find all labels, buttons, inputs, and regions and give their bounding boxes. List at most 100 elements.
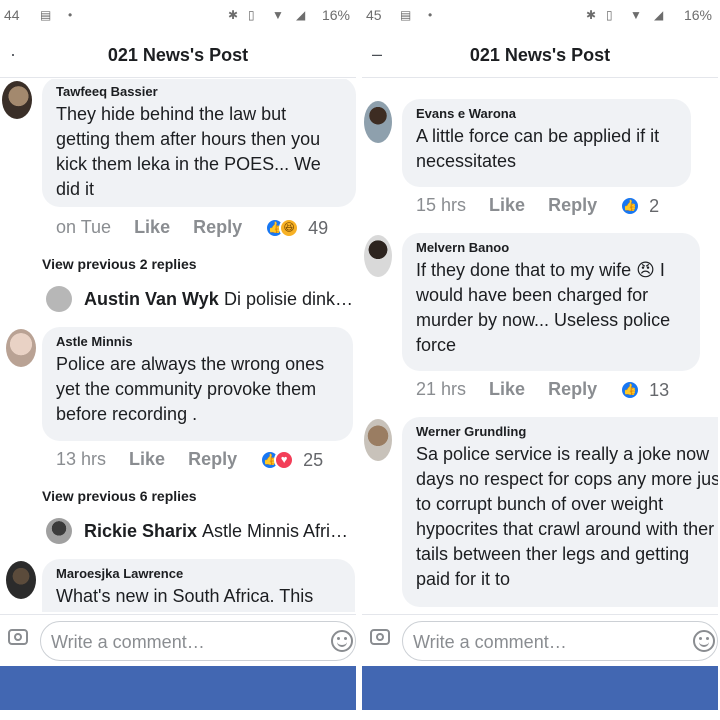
page-title: 021 News's Post: [107, 45, 249, 65]
comment-bubble[interactable]: Werner Grundling Sa police service is re…: [402, 417, 718, 607]
status-time: 45: [366, 7, 382, 23]
dot-icon: •: [68, 8, 73, 22]
comment-time[interactable]: 13 hrs: [56, 449, 106, 470]
battery-level: 16%: [321, 7, 350, 23]
love-reaction-icon: ♥: [274, 450, 295, 471]
post-header: – 021 News's Post: [362, 34, 718, 78]
reply-text: Di polisie dink…: [224, 289, 354, 309]
reply-button[interactable]: Reply: [193, 217, 242, 238]
avatar[interactable]: [364, 235, 392, 277]
comments-list: Evans e Warona A little force can be app…: [362, 79, 718, 612]
reply-author: Austin Van Wyk: [84, 289, 219, 309]
reply-text: Astle Minnis Afri…: [202, 521, 349, 541]
comment-text: Sa police service is really a joke now d…: [416, 444, 718, 589]
comment-author[interactable]: Werner Grundling: [416, 424, 704, 440]
view-previous-replies[interactable]: View previous 2 replies: [42, 256, 197, 272]
comment-bubble[interactable]: Evans e Warona A little force can be app…: [402, 99, 691, 187]
like-button[interactable]: Like: [134, 217, 170, 238]
bottom-bar: [0, 666, 356, 710]
reply-button[interactable]: Reply: [548, 379, 597, 400]
comment-bubble[interactable]: Melvern Banoo If they done that to my wi…: [402, 233, 700, 371]
comment-text: If they done that to my wife 😠 I would h…: [416, 260, 671, 355]
wifi-icon: ▼: [630, 8, 642, 22]
comment-bubble[interactable]: Maroesjka Lawrence What's new in South A…: [42, 559, 355, 612]
comment-input[interactable]: Write a comment…: [402, 621, 718, 661]
reply-author: Rickie Sharix: [84, 521, 198, 541]
bluetooth-icon: ✱: [228, 8, 239, 22]
like-button[interactable]: Like: [129, 449, 165, 470]
comment-time[interactable]: 15 hrs: [416, 195, 466, 216]
reaction-count[interactable]: 25: [303, 450, 323, 471]
avatar[interactable]: [364, 101, 392, 143]
comment-time[interactable]: on Tue: [56, 217, 111, 238]
avatar[interactable]: [6, 561, 36, 599]
comment-text: A little force can be applied if it nece…: [416, 126, 660, 171]
notification-icon: ▤: [40, 8, 52, 22]
reply-preview[interactable]: Rickie Sharix Astle Minnis Afri…: [46, 516, 356, 548]
comment-actions: 21 hrs Like Reply 👍 13: [416, 379, 669, 401]
post-header: · 021 News's Post: [0, 34, 356, 78]
status-bar: 45 ▤ • ✱ ▯ ▼ ◢ 16%: [362, 0, 718, 30]
signal-icon: ◢: [296, 8, 306, 22]
camera-icon[interactable]: [370, 629, 390, 645]
bluetooth-icon: ✱: [586, 8, 597, 22]
avatar: [46, 518, 72, 544]
status-time: 44: [4, 7, 20, 23]
reply-preview[interactable]: Austin Van Wyk Di polisie dink…: [46, 284, 356, 316]
avatar: [46, 286, 72, 312]
comment-text: Police are always the wrong ones yet the…: [56, 354, 325, 424]
wifi-icon: ▼: [272, 8, 284, 22]
notification-icon: ▤: [400, 8, 412, 22]
avatar[interactable]: [364, 419, 392, 461]
comment-input-placeholder: Write a comment…: [413, 632, 567, 652]
reply-button[interactable]: Reply: [188, 449, 237, 470]
battery-level: 16%: [683, 7, 712, 23]
like-button[interactable]: Like: [489, 195, 525, 216]
comment-author[interactable]: Melvern Banoo: [416, 240, 686, 256]
avatar[interactable]: [2, 81, 32, 119]
comment-text: What's new in South Africa. This: [56, 586, 314, 606]
reactions-summary[interactable]: 👍 ♥: [260, 450, 295, 471]
vibrate-icon: ▯: [248, 8, 255, 22]
comment-author[interactable]: Evans e Warona: [416, 106, 677, 122]
reaction-count[interactable]: 2: [649, 196, 659, 217]
comment-actions: on Tue Like Reply 👍 😆 49: [56, 217, 328, 239]
haha-reaction-icon: 😆: [279, 218, 300, 239]
comment-actions: 15 hrs Like Reply 👍 2: [416, 195, 659, 217]
vibrate-icon: ▯: [606, 8, 613, 22]
like-reaction-icon: 👍: [620, 380, 641, 401]
comment-time[interactable]: 21 hrs: [416, 379, 466, 400]
signal-icon: ◢: [654, 8, 664, 22]
comment-composer: Write a comment…: [362, 614, 718, 666]
page-title: 021 News's Post: [469, 45, 611, 65]
dot-icon: •: [428, 8, 433, 22]
comment-actions: 13 hrs Like Reply 👍 ♥ 25: [56, 449, 323, 471]
reaction-count[interactable]: 49: [308, 218, 328, 239]
avatar[interactable]: [6, 329, 36, 367]
bottom-bar: [362, 666, 718, 710]
reactions-summary[interactable]: 👍: [620, 196, 641, 217]
comment-author[interactable]: Astle Minnis: [56, 334, 339, 350]
status-bar: 44 ▤ • ✱ ▯ ▼ ◢ 16%: [0, 0, 356, 30]
reaction-count[interactable]: 13: [649, 380, 669, 401]
view-previous-replies[interactable]: View previous 6 replies: [42, 488, 197, 504]
comment-composer: Write a comment…: [0, 614, 356, 666]
reactions-summary[interactable]: 👍 😆: [265, 218, 300, 239]
reply-button[interactable]: Reply: [548, 195, 597, 216]
comment-author[interactable]: Tawfeeq Bassier: [56, 84, 342, 100]
like-reaction-icon: 👍: [620, 196, 641, 217]
comments-list: Tawfeeq Bassier They hide behind the law…: [0, 79, 356, 612]
comment-bubble[interactable]: Tawfeeq Bassier They hide behind the law…: [42, 79, 356, 207]
comment-bubble[interactable]: Astle Minnis Police are always the wrong…: [42, 327, 353, 441]
reactions-summary[interactable]: 👍: [620, 380, 641, 401]
left-screenshot: 44 ▤ • ✱ ▯ ▼ ◢ 16% · 021 News's Post Taw…: [0, 0, 356, 720]
emoji-icon[interactable]: [331, 630, 353, 652]
emoji-icon[interactable]: [693, 630, 715, 652]
right-screenshot: 45 ▤ • ✱ ▯ ▼ ◢ 16% – 021 News's Post Eva…: [362, 0, 718, 720]
comment-input[interactable]: Write a comment…: [40, 621, 356, 661]
comment-input-placeholder: Write a comment…: [51, 632, 205, 652]
comment-author[interactable]: Maroesjka Lawrence: [56, 566, 341, 582]
comment-text: They hide behind the law but getting the…: [56, 104, 321, 199]
like-button[interactable]: Like: [489, 379, 525, 400]
camera-icon[interactable]: [8, 629, 28, 645]
